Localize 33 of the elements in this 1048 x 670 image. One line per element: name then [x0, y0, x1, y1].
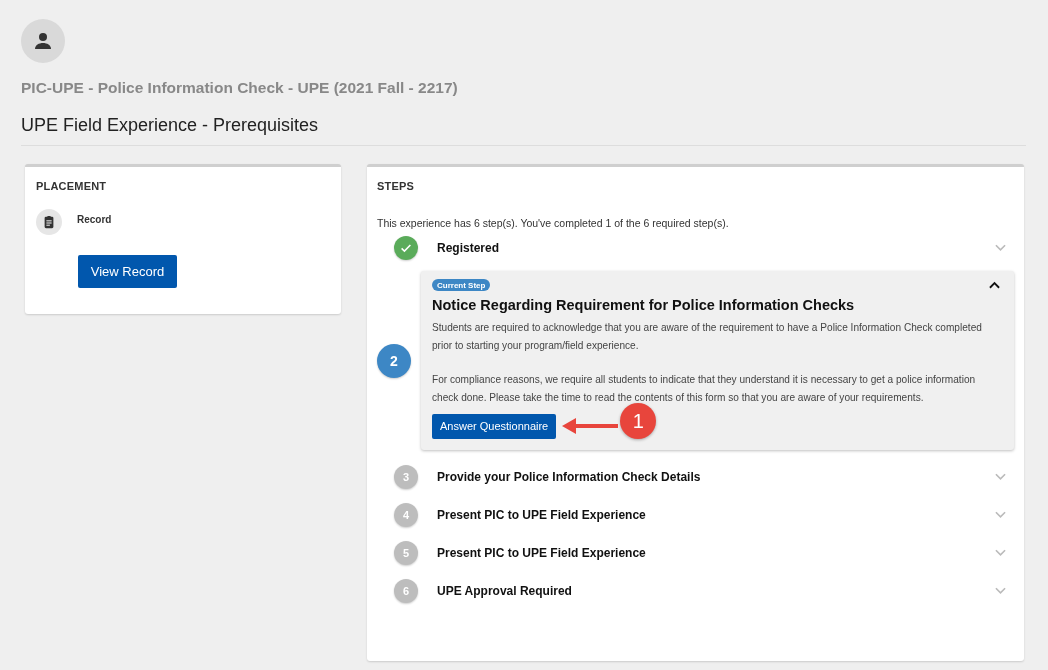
step-title[interactable]: Present PIC to UPE Field Experience	[437, 546, 995, 560]
step-number: 4	[394, 503, 418, 527]
steps-summary: This experience has 6 step(s). You've completed 1 of the 6 required step(s).	[377, 217, 730, 229]
expand-chevron-icon[interactable]	[995, 511, 1006, 519]
step-title[interactable]: Registered	[437, 241, 995, 255]
annotation-marker: 1	[620, 403, 657, 439]
step-title[interactable]: Provide your Police Information Check Details	[437, 470, 995, 484]
step-description: For compliance reasons, we require all students to indicate that they understand it is necessary to get a police information check done. Please take the time to read the contents of this form so that you are aware of your requirements.	[432, 373, 977, 405]
step-number: 3	[394, 465, 418, 489]
record-label: Record	[77, 214, 112, 227]
card-heading: STEPS	[377, 180, 416, 192]
step-number: 5	[394, 541, 418, 565]
collapse-chevron-icon[interactable]	[989, 281, 1000, 289]
expand-chevron-icon[interactable]	[995, 244, 1006, 252]
annotation-arrow	[560, 416, 621, 436]
card-heading: PLACEMENT	[36, 180, 108, 192]
check-icon	[394, 236, 418, 260]
course-title: PIC-UPE - Police Information Check - UPE (2021 Fall - 2217)	[21, 79, 459, 97]
view-record-button[interactable]: View Record	[78, 255, 177, 288]
step-title: Notice Regarding Requirement for Police Information Checks	[432, 297, 856, 313]
expand-chevron-icon[interactable]	[995, 473, 1006, 481]
step-number: 6	[394, 579, 418, 603]
current-step-badge: Current Step	[432, 279, 491, 291]
user-avatar-icon	[21, 19, 65, 63]
answer-questionnaire-button[interactable]: Answer Questionnaire	[432, 413, 557, 439]
expand-chevron-icon[interactable]	[995, 549, 1006, 557]
step-title[interactable]: UPE Approval Required	[437, 584, 995, 598]
expand-chevron-icon[interactable]	[995, 587, 1006, 595]
page-title: UPE Field Experience - Prerequisites	[21, 115, 320, 136]
step-title[interactable]: Present PIC to UPE Field Experience	[437, 508, 995, 522]
step-description: Students are required to acknowledge that you are aware of the requirement to have a Police Information Check completed prior to starting your program/field experience.	[432, 321, 983, 353]
step-number: 2	[377, 343, 411, 378]
clipboard-icon	[36, 209, 62, 235]
